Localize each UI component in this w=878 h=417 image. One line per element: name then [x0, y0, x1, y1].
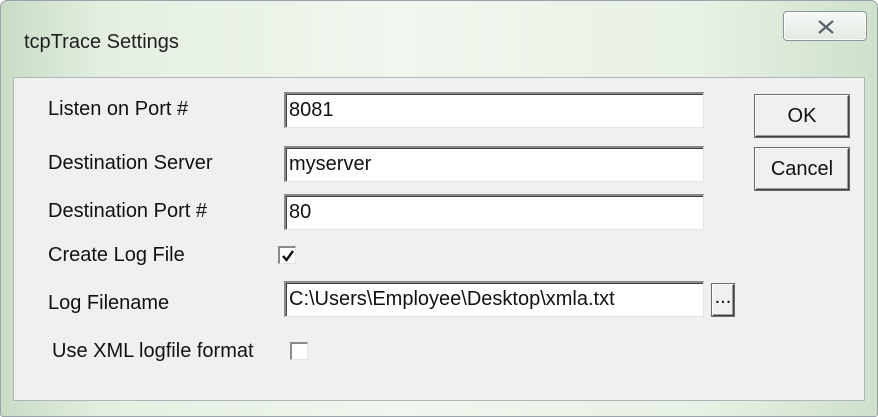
log-filename-label: Log Filename — [48, 292, 170, 314]
close-icon — [818, 20, 834, 34]
listen-port-input[interactable]: 8081 — [284, 92, 704, 128]
listen-port-label: Listen on Port # — [48, 98, 189, 120]
dialog-title: tcpTrace Settings — [24, 31, 179, 53]
checkmark-icon — [282, 250, 294, 262]
close-button[interactable] — [783, 11, 867, 41]
destination-port-input[interactable]: 80 — [284, 194, 704, 230]
browse-button[interactable]: ... — [712, 284, 734, 316]
destination-server-label: Destination Server — [48, 152, 213, 174]
dialog-client-area: Listen on Port # 8081 Destination Server… — [13, 77, 865, 401]
xml-logfile-format-label: Use XML logfile format — [52, 340, 254, 362]
destination-server-input[interactable]: myserver — [284, 146, 704, 182]
dialog-window: tcpTrace Settings Listen on Port # 8081 … — [0, 0, 878, 417]
cancel-button[interactable]: Cancel — [755, 148, 849, 190]
create-log-file-checkbox[interactable] — [278, 246, 296, 264]
xml-logfile-format-checkbox[interactable] — [290, 342, 308, 360]
title-bar[interactable]: tcpTrace Settings — [1, 1, 877, 79]
destination-port-label: Destination Port # — [48, 200, 207, 222]
log-filename-input[interactable]: C:\Users\Employee\Desktop\xmla.txt — [284, 281, 704, 317]
create-log-file-label: Create Log File — [48, 244, 185, 266]
ok-button[interactable]: OK — [755, 95, 849, 137]
